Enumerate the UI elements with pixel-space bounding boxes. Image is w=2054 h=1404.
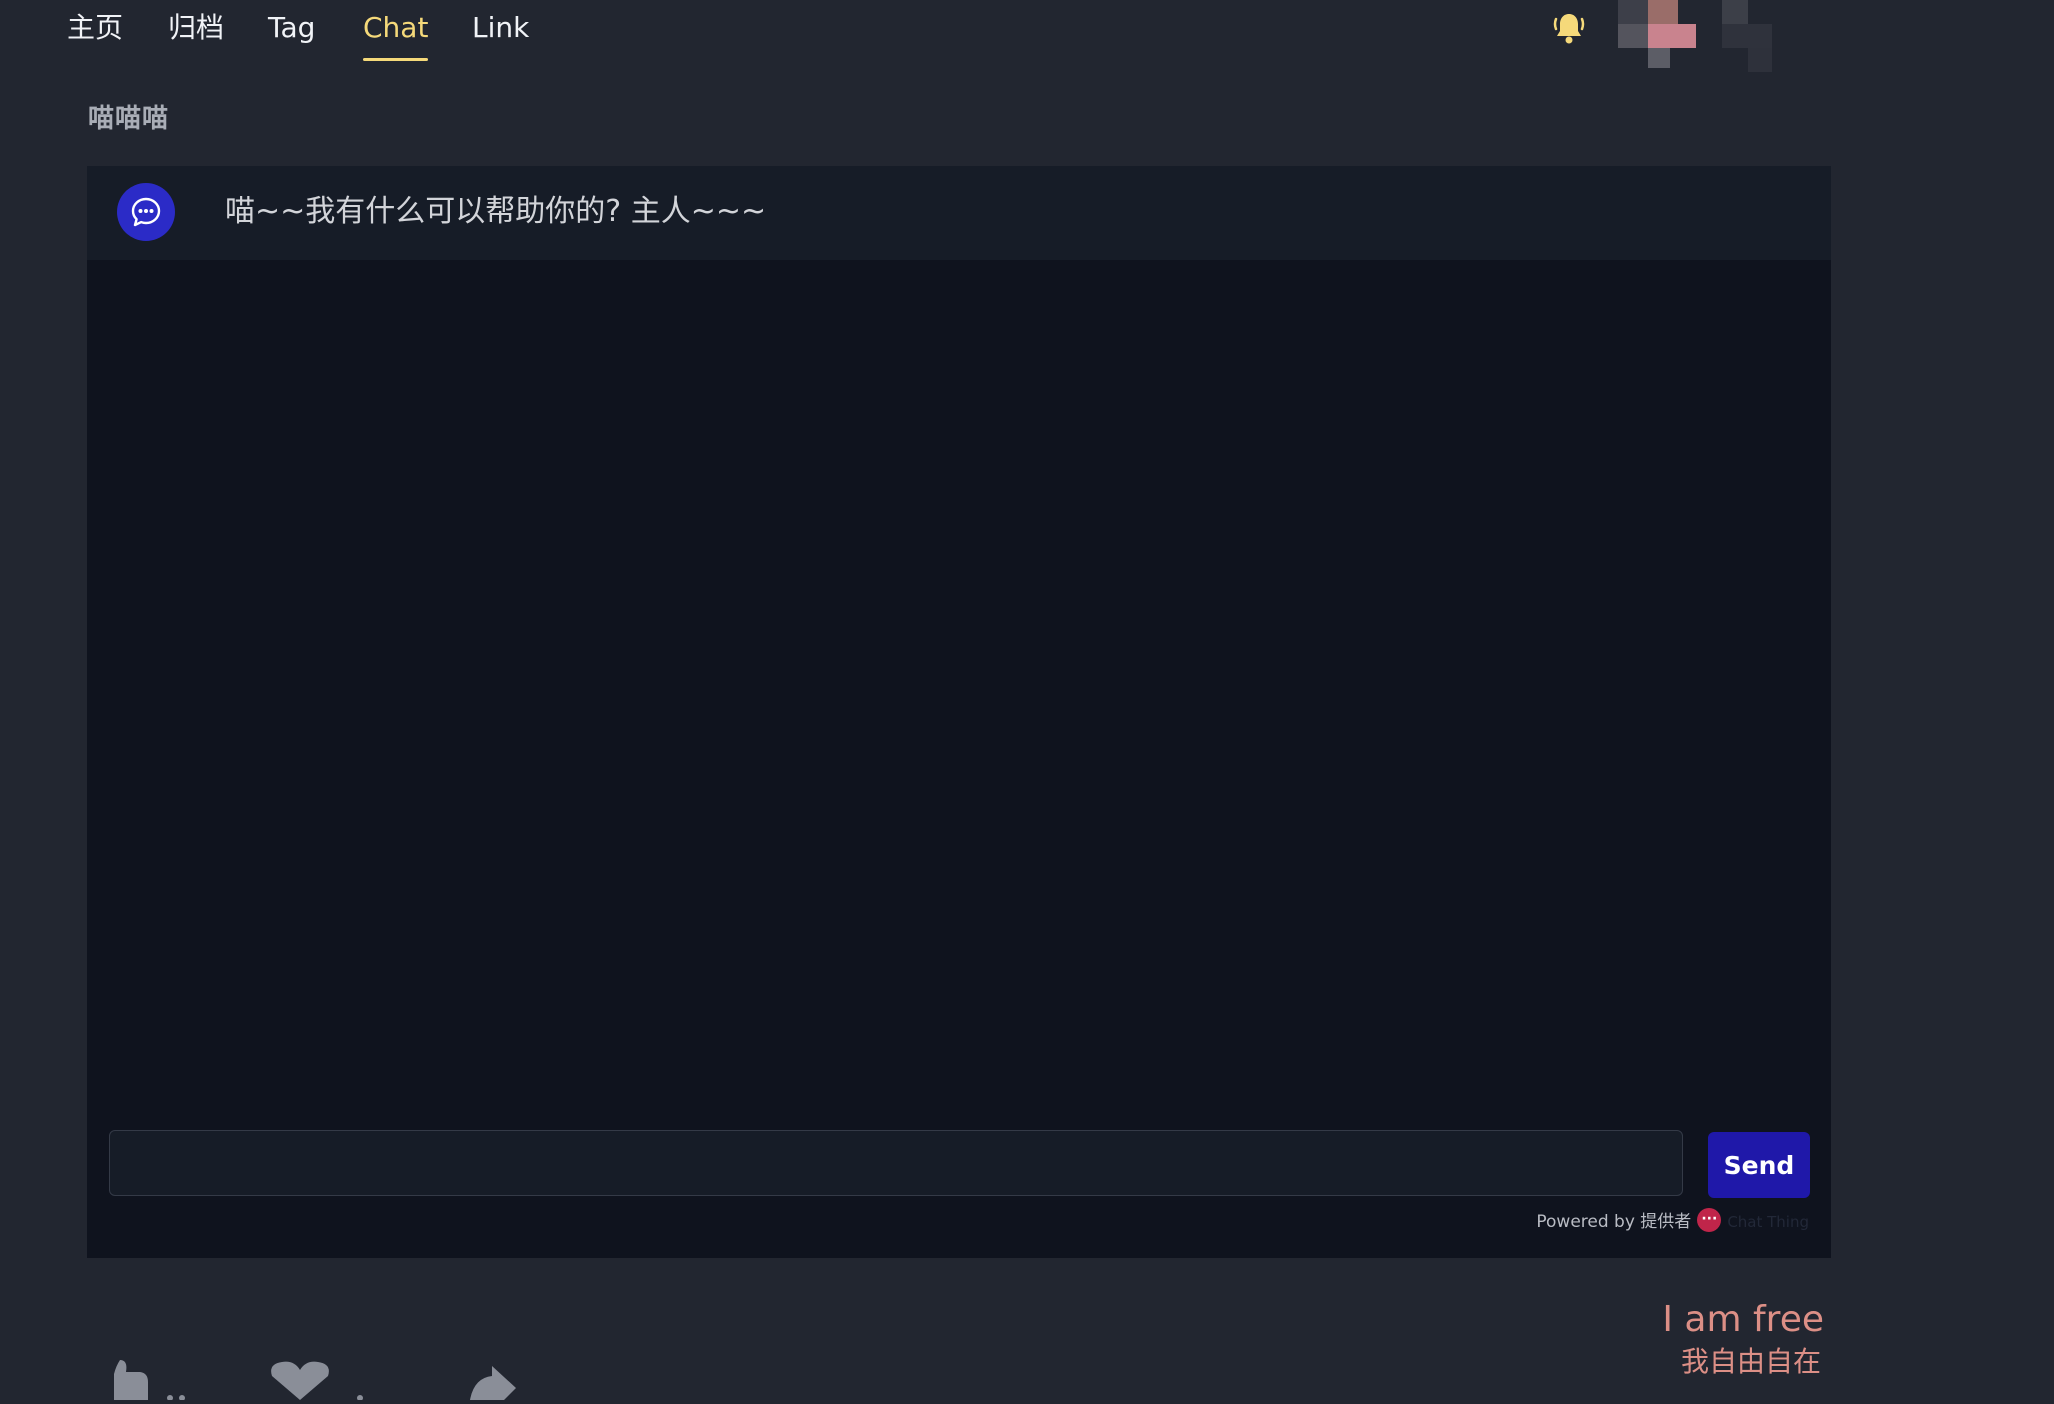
nav-item-chat[interactable]: Chat (363, 8, 428, 48)
top-navigation: 主页 归档 Tag Chat Link (0, 0, 2054, 72)
nav-item-tag[interactable]: Tag (268, 8, 315, 48)
powered-by-brand: Chat Thing (1727, 1213, 1809, 1231)
nav-item-archive[interactable]: 归档 (168, 8, 224, 48)
send-button[interactable]: Send (1708, 1132, 1810, 1198)
chat-thing-logo-icon (1697, 1205, 1722, 1233)
powered-by-credit[interactable]: Powered by 提供者 Chat Thing (1536, 1205, 1809, 1236)
page-title: 喵喵喵 (88, 104, 170, 134)
nav-item-link[interactable]: Link (472, 8, 529, 48)
chat-panel: 喵~~我有什么可以帮助你的? 主人~~~ Send Powered by 提供者… (87, 166, 1831, 1258)
heart-icon[interactable] (268, 1360, 378, 1404)
chat-bubble-icon (117, 183, 175, 241)
slogan-chinese: 我自由自在 (1680, 1345, 1821, 1378)
bot-message: 喵~~我有什么可以帮助你的? 主人~~~ (87, 166, 1831, 260)
avatar[interactable] (1618, 0, 1800, 74)
bot-message-text: 喵~~我有什么可以帮助你的? 主人~~~ (225, 194, 767, 229)
share-icon[interactable] (464, 1360, 524, 1404)
active-nav-underline (363, 58, 428, 61)
thumbs-up-icon[interactable] (104, 1360, 194, 1404)
chat-message-input[interactable] (109, 1130, 1683, 1196)
slogan-english: I am free (1662, 1299, 1824, 1340)
bell-icon[interactable] (1552, 10, 1586, 46)
powered-by-label: Powered by 提供者 (1536, 1212, 1692, 1232)
nav-item-home[interactable]: 主页 (67, 8, 123, 48)
